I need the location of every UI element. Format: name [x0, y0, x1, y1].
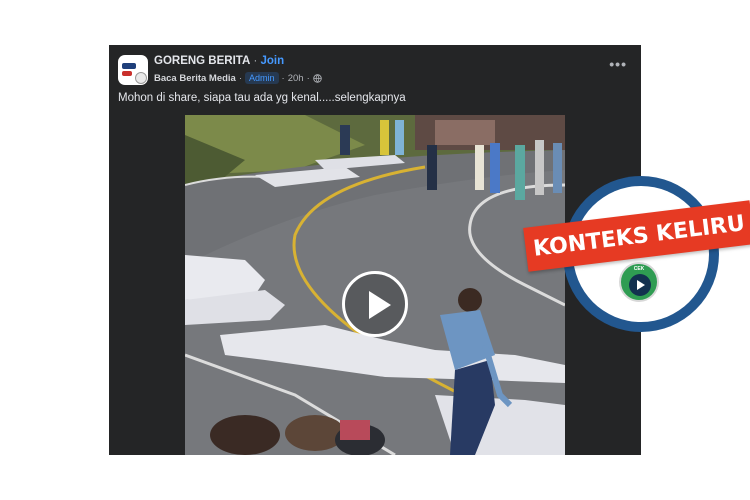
logo-text: CEK	[633, 266, 645, 272]
logo-play-icon	[637, 280, 645, 290]
avatar-logo-bottom	[122, 71, 132, 76]
page-name-link[interactable]: GORENG BERITA	[154, 55, 250, 67]
video-player[interactable]	[185, 115, 565, 455]
admin-badge: Admin	[245, 72, 279, 84]
join-button[interactable]: Join	[261, 55, 285, 67]
post-header-title: GORENG BERITA · Join	[154, 55, 284, 67]
meta-separator: ·	[238, 72, 243, 84]
post-timestamp[interactable]: 20h	[288, 73, 304, 84]
globe-icon[interactable]	[313, 73, 322, 83]
post-caption: Mohon di share, siapa tau ada yg kenal..…	[118, 92, 406, 104]
post-meta: Baca Berita Media · Admin · 20h ·	[154, 72, 322, 84]
play-icon	[369, 291, 391, 319]
header-separator: ·	[250, 55, 261, 67]
page-avatar[interactable]	[118, 55, 148, 85]
more-options-icon[interactable]: •••	[609, 57, 627, 71]
meta-separator: ·	[281, 72, 285, 84]
avatar-logo-top	[122, 63, 136, 69]
fact-check-logo: CEK	[619, 262, 659, 302]
author-name-link[interactable]: Baca Berita Media	[154, 73, 236, 84]
play-button[interactable]	[342, 271, 408, 337]
meta-separator: ·	[306, 72, 310, 84]
author-avatar-badge[interactable]	[135, 72, 147, 84]
